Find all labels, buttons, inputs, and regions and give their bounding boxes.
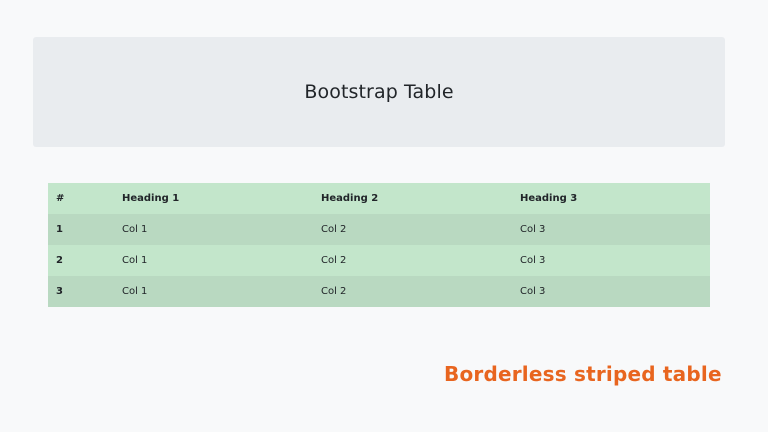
table-cell: Col 1 [122, 255, 148, 266]
table-cell: Col 1 [122, 224, 148, 235]
table-cell: Col 2 [321, 255, 347, 266]
table-cell: Col 1 [122, 286, 148, 297]
caption-text: Borderless striped table [444, 362, 722, 386]
row-number-cell: 3 [56, 286, 63, 297]
page-title: Bootstrap Table [304, 81, 454, 103]
header-cell-heading-3: Heading 3 [520, 193, 578, 204]
table-header-row: # Heading 1 Heading 2 Heading 3 [48, 183, 710, 214]
table-cell: Col 2 [321, 224, 347, 235]
header-cell-heading-1: Heading 1 [122, 193, 180, 204]
jumbotron: Bootstrap Table [33, 37, 725, 147]
table-cell: Col 2 [321, 286, 347, 297]
header-cell-heading-2: Heading 2 [321, 193, 379, 204]
table-cell: Col 3 [520, 255, 546, 266]
table-cell: Col 3 [520, 286, 546, 297]
row-number-cell: 2 [56, 255, 63, 266]
striped-table: # Heading 1 Heading 2 Heading 3 1 Col 1 … [48, 183, 710, 307]
table-row: 2 Col 1 Col 2 Col 3 [48, 245, 710, 276]
row-number-cell: 1 [56, 224, 63, 235]
table-cell: Col 3 [520, 224, 546, 235]
table-container: # Heading 1 Heading 2 Heading 3 1 Col 1 … [48, 183, 710, 307]
table-row: 1 Col 1 Col 2 Col 3 [48, 214, 710, 245]
page: Bootstrap Table # Heading 1 Heading 2 He… [0, 0, 768, 432]
table-row: 3 Col 1 Col 2 Col 3 [48, 276, 710, 307]
header-cell-number: # [56, 193, 65, 204]
